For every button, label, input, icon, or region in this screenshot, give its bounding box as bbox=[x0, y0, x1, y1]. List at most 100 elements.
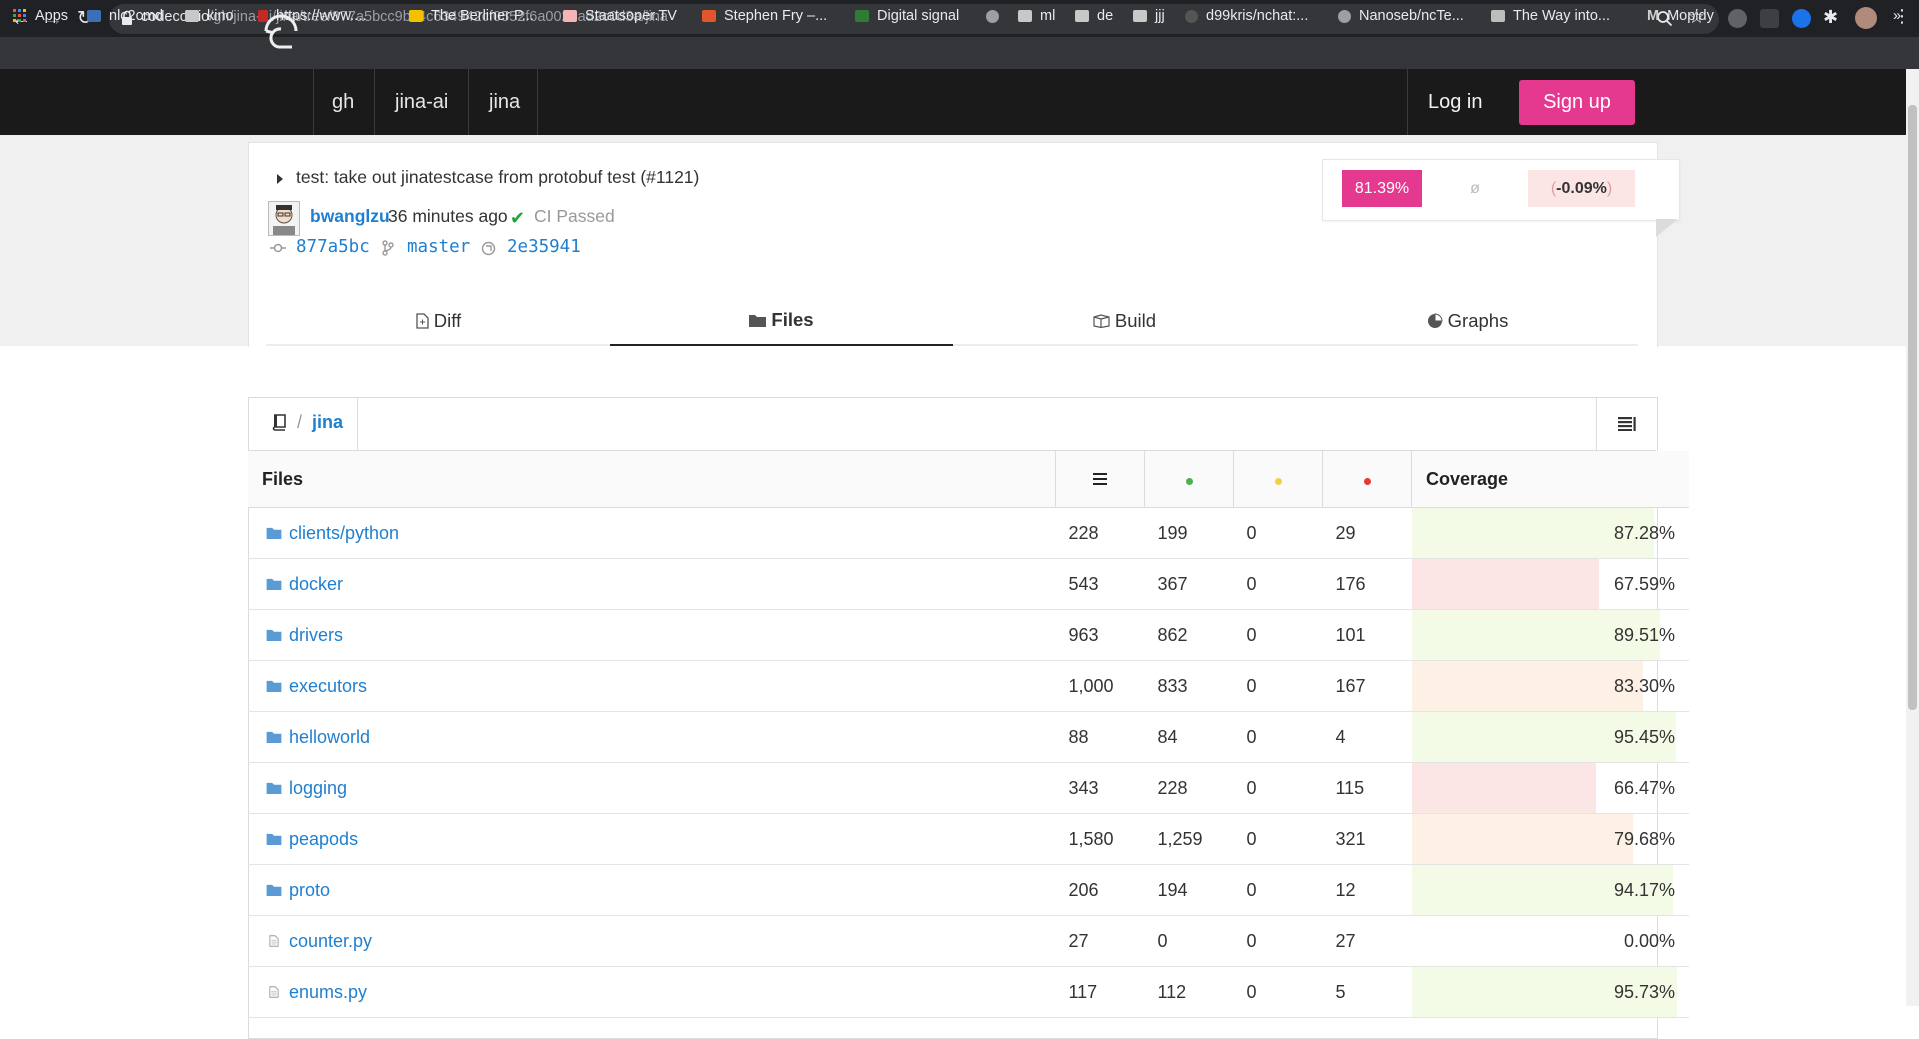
hit-cell: 0 bbox=[1144, 915, 1234, 967]
bookmark-nlc2cmd[interactable]: nlc2cmd bbox=[87, 6, 163, 26]
header-files[interactable]: Files bbox=[248, 451, 1056, 508]
lines-cell: 228 bbox=[1055, 507, 1145, 559]
ibm-icon bbox=[87, 10, 101, 22]
bookmark-label: jjj bbox=[1155, 8, 1165, 24]
bookmark-berliner[interactable]: The Berliner P... bbox=[409, 6, 534, 26]
bookmark-mopidy[interactable]: M Mopidy bbox=[1647, 6, 1714, 26]
file-link[interactable]: clients/python bbox=[289, 523, 399, 544]
partial-cell: 0 bbox=[1233, 813, 1323, 865]
bookmark-nchat[interactable]: d99kris/nchat:... bbox=[1185, 6, 1308, 26]
bookmark-ncte[interactable]: Nanoseb/ncTe... bbox=[1338, 6, 1464, 26]
bookmark-de[interactable]: de bbox=[1075, 6, 1113, 26]
crumb-jina[interactable]: jina bbox=[489, 69, 520, 135]
bookmark-kino[interactable]: kino bbox=[185, 6, 234, 26]
crumb-gh[interactable]: gh bbox=[332, 69, 354, 135]
extension-u-icon[interactable] bbox=[1728, 9, 1747, 28]
partial-cell: 0 bbox=[1233, 864, 1323, 916]
header-lines[interactable] bbox=[1055, 451, 1145, 508]
coverage-value: 94.17% bbox=[1613, 879, 1675, 900]
file-link[interactable]: executors bbox=[289, 676, 367, 697]
bookmark-label: The Berliner P... bbox=[431, 8, 534, 24]
branch-name[interactable]: master bbox=[407, 237, 470, 257]
tab-build[interactable]: Build bbox=[953, 296, 1296, 346]
bookmark-apps[interactable]: Apps bbox=[13, 6, 68, 26]
table-row[interactable]: helloworld 88 84 0 4 95.45% bbox=[248, 711, 1689, 763]
folder-icon bbox=[749, 314, 767, 327]
lines-cell: 117 bbox=[1055, 966, 1145, 1018]
coverage-badge[interactable]: 81.39% bbox=[1342, 170, 1422, 207]
path-current[interactable]: jina bbox=[312, 412, 343, 433]
coverage-value: 66.47% bbox=[1613, 777, 1675, 798]
commit-icon bbox=[270, 243, 286, 253]
partial-cell: 0 bbox=[1233, 507, 1323, 559]
extension-keyboard-icon[interactable] bbox=[1760, 9, 1779, 28]
file-link[interactable]: logging bbox=[289, 778, 347, 799]
header-partials[interactable] bbox=[1233, 451, 1323, 508]
hit-dot-icon bbox=[1185, 477, 1193, 485]
file-link[interactable]: proto bbox=[289, 880, 330, 901]
coverage-cell: 83.30% bbox=[1411, 660, 1689, 712]
extension-blue-icon[interactable] bbox=[1792, 9, 1811, 28]
partial-cell: 0 bbox=[1233, 762, 1323, 814]
bookmark-label: Apps bbox=[35, 8, 69, 24]
commit-author[interactable]: bwanglzu bbox=[310, 206, 390, 227]
header-hits[interactable] bbox=[1144, 451, 1234, 508]
signup-button[interactable]: Sign up bbox=[1519, 80, 1635, 125]
table-row[interactable]: counter.py 27 0 0 27 0.00% bbox=[248, 915, 1689, 967]
table-header-row: Files Coverage bbox=[248, 451, 1689, 508]
caret-right-icon[interactable] bbox=[277, 174, 283, 184]
scrollbar-thumb[interactable] bbox=[1908, 105, 1917, 710]
table-row[interactable]: docker 543 367 0 176 67.59% bbox=[248, 558, 1689, 610]
file-name-cell: peapods bbox=[248, 813, 1056, 865]
crumb-jina-ai[interactable]: jina-ai bbox=[395, 69, 448, 135]
bookmark-staatsoper[interactable]: Staatsoper.TV bbox=[563, 6, 677, 26]
table-row[interactable]: executors 1,000 833 0 167 83.30% bbox=[248, 660, 1689, 712]
file-link[interactable]: counter.py bbox=[289, 931, 372, 952]
file-link[interactable]: peapods bbox=[289, 829, 358, 850]
bookmark-stephen-fry[interactable]: Stephen Fry –... bbox=[702, 6, 827, 26]
bookmark-the-way[interactable]: The Way into... bbox=[1491, 6, 1610, 26]
header-misses[interactable] bbox=[1322, 451, 1412, 508]
hit-cell: 367 bbox=[1144, 558, 1234, 610]
ci-status[interactable]: CI Passed bbox=[534, 206, 615, 227]
folder-icon bbox=[266, 629, 282, 641]
miss-cell: 167 bbox=[1322, 660, 1412, 712]
login-link[interactable]: Log in bbox=[1428, 69, 1483, 135]
table-row[interactable]: clients/python 228 199 0 29 87.28% bbox=[248, 507, 1689, 559]
folder-icon bbox=[266, 782, 282, 794]
bookmark-github[interactable] bbox=[986, 6, 1007, 26]
folder-icon bbox=[1133, 10, 1147, 22]
list-view-toggle[interactable] bbox=[1596, 397, 1657, 450]
file-link[interactable]: enums.py bbox=[289, 982, 367, 1003]
miss-cell: 4 bbox=[1322, 711, 1412, 763]
paren-close: ) bbox=[1606, 179, 1613, 197]
header-coverage[interactable]: Coverage bbox=[1411, 451, 1689, 508]
branch-icon bbox=[382, 240, 394, 256]
tab-files[interactable]: Files bbox=[610, 296, 953, 346]
file-link[interactable]: docker bbox=[289, 574, 343, 595]
file-link[interactable]: drivers bbox=[289, 625, 343, 646]
puzzle-icon[interactable]: ✱ bbox=[1823, 7, 1838, 28]
commit-sha[interactable]: 877a5bc bbox=[296, 237, 370, 257]
table-row[interactable]: peapods 1,580 1,259 0 321 79.68% bbox=[248, 813, 1689, 865]
bookmark-jjj[interactable]: jjj bbox=[1133, 6, 1165, 26]
path-bar bbox=[248, 397, 1656, 451]
tab-diff[interactable]: Diff bbox=[267, 296, 610, 346]
tab-graphs[interactable]: Graphs bbox=[1296, 296, 1639, 346]
table-row[interactable]: drivers 963 862 0 101 89.51% bbox=[248, 609, 1689, 661]
path-divider bbox=[357, 397, 358, 450]
table-row[interactable]: logging 343 228 0 115 66.47% bbox=[248, 762, 1689, 814]
bookmarks-overflow-icon[interactable]: » bbox=[1893, 6, 1901, 26]
table-row[interactable]: proto 206 194 0 12 94.17% bbox=[248, 864, 1689, 916]
bookmark-digital-signal[interactable]: Digital signal bbox=[855, 6, 959, 26]
folder-icon bbox=[1075, 10, 1089, 22]
profile-avatar[interactable] bbox=[1855, 7, 1877, 29]
bookmark-ml[interactable]: ml bbox=[1018, 6, 1055, 26]
folder-icon bbox=[266, 578, 282, 590]
lines-cell: 206 bbox=[1055, 864, 1145, 916]
commit-message[interactable]: test: take out jinatestcase from protobu… bbox=[296, 167, 699, 188]
file-link[interactable]: helloworld bbox=[289, 727, 370, 748]
table-row[interactable]: enums.py 117 112 0 5 95.73% bbox=[248, 966, 1689, 1018]
codecov-logo-icon[interactable] bbox=[262, 13, 300, 53]
parent-sha[interactable]: 2e35941 bbox=[507, 237, 581, 257]
